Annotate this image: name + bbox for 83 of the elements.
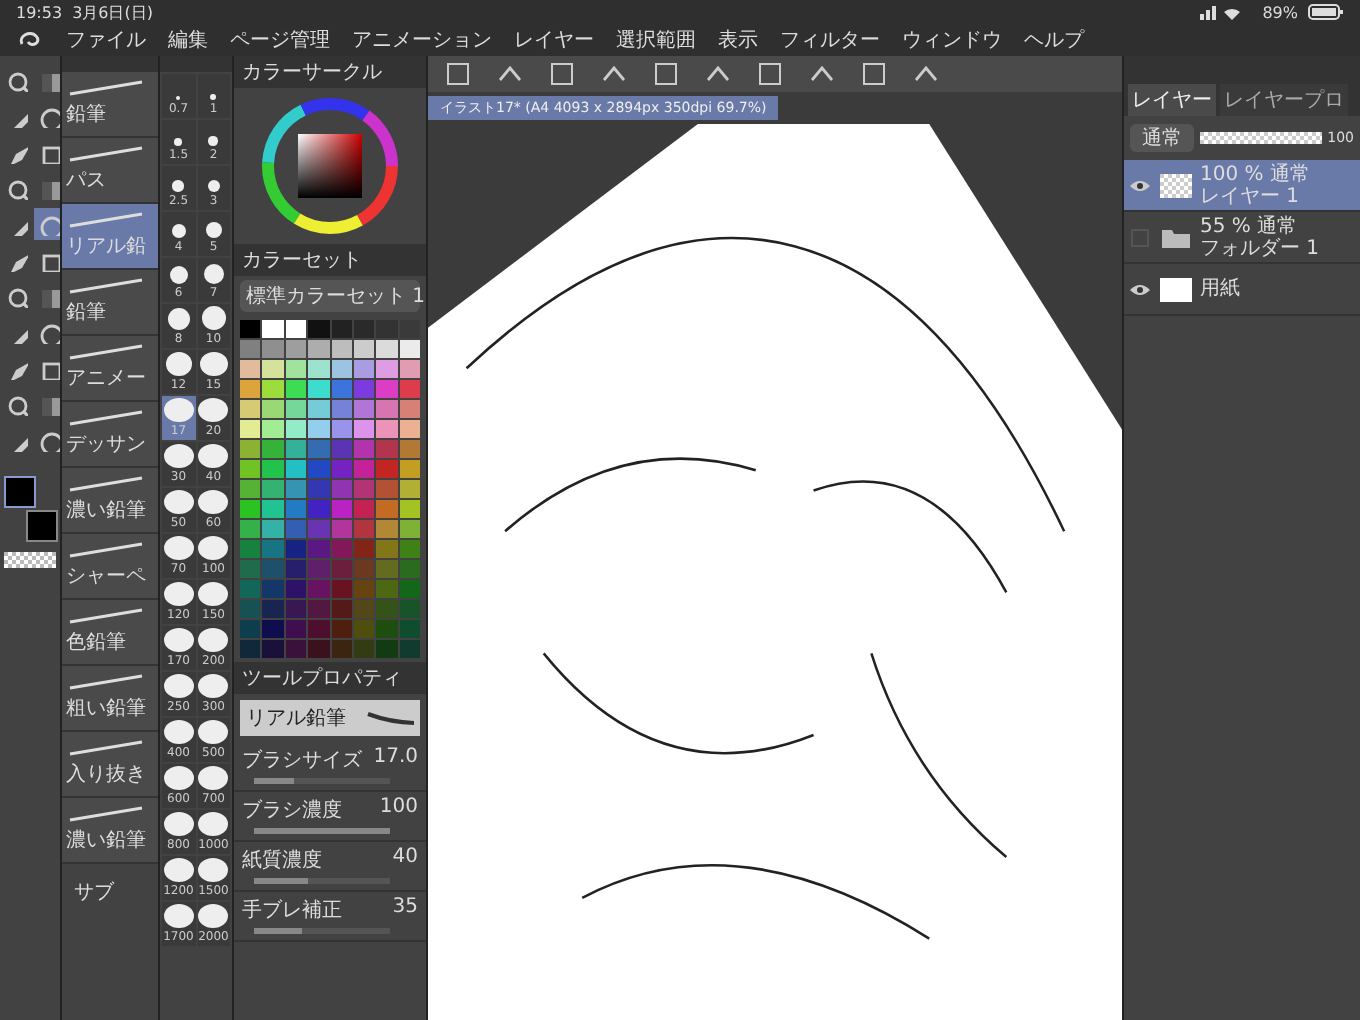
property-label: ブラシ濃度 (242, 797, 342, 824)
transparent-color-swatch[interactable] (4, 552, 56, 568)
app-logo-icon[interactable] (16, 28, 44, 52)
property-slider[interactable] (254, 828, 390, 834)
layer-row[interactable]: 55 % 通常 フォルダー 1 (1124, 212, 1360, 264)
stroke-preview-icon (66, 542, 146, 558)
eye-icon[interactable] (1128, 279, 1152, 299)
battery-icon (1308, 4, 1344, 20)
property-slider[interactable] (254, 778, 390, 784)
menu-item[interactable]: レイヤー (514, 26, 594, 54)
stroke-preview-icon (66, 146, 146, 162)
color-palette[interactable] (240, 320, 420, 658)
property-label: 紙質濃度 (242, 847, 322, 874)
subtool-item[interactable]: 粗い鉛筆 (62, 666, 158, 732)
subtool-item[interactable]: アニメー (62, 336, 158, 402)
layer-opacity: 55 % 通常 (1200, 215, 1300, 237)
square-icon[interactable] (756, 60, 784, 88)
brush-name: リアル鉛筆 (246, 706, 346, 732)
property-value[interactable]: 17.0 (373, 746, 418, 774)
stroke-preview-icon (66, 212, 146, 228)
folder-icon (1160, 225, 1192, 249)
layer-opacity: 100 % 通常 (1200, 163, 1310, 185)
status-date: 3月6日(日) (72, 1, 153, 23)
opacity-slider[interactable] (1200, 132, 1322, 144)
subtool-item[interactable]: 入り抜き (62, 732, 158, 798)
eye-icon[interactable] (1128, 175, 1152, 195)
property-value[interactable]: 100 (379, 796, 418, 824)
menu-item[interactable]: 選択範囲 (616, 26, 696, 54)
stroke-preview-icon (366, 708, 414, 728)
color-set-header: カラーセット (234, 244, 426, 276)
layer-name: レイヤー 1 (1200, 185, 1302, 207)
layer-thumbnail (1160, 277, 1192, 301)
panel-tab[interactable]: レイヤー (1128, 84, 1216, 116)
menu-item[interactable]: ウィンドウ (902, 26, 1002, 54)
color-circle-header: カラーサークル (234, 56, 426, 88)
square-icon[interactable] (444, 60, 472, 88)
menu-item[interactable]: ページ管理 (230, 26, 330, 54)
subtool-item[interactable]: 濃い鉛筆 (62, 798, 158, 864)
square-icon[interactable] (652, 60, 680, 88)
stroke-preview-icon (66, 806, 146, 822)
panel-tab[interactable]: レイヤープロ (1220, 84, 1348, 116)
square-icon[interactable] (548, 60, 576, 88)
menu-item[interactable]: ファイル (66, 26, 146, 54)
menu-item[interactable]: 編集 (168, 26, 208, 54)
subtool-settings-button[interactable]: サブ (62, 876, 158, 908)
subtool-item[interactable]: 鉛筆 (62, 270, 158, 336)
subtool-item[interactable]: 鉛筆 (62, 72, 158, 138)
stroke-preview-icon (66, 278, 146, 294)
layer-name: 用紙 (1200, 278, 1240, 300)
sub-color-swatch[interactable] (26, 510, 58, 542)
property-value[interactable]: 40 (392, 846, 418, 874)
stroke-preview-icon (66, 80, 146, 96)
color-set-dropdown[interactable]: 標準カラーセット 1 (240, 280, 420, 312)
property-label: ブラシサイズ (242, 747, 362, 774)
menu-item[interactable]: アニメーション (352, 26, 492, 54)
subtool-item[interactable]: 濃い鉛筆 (62, 468, 158, 534)
menu-item[interactable]: ヘルプ (1024, 26, 1084, 54)
subtool-item[interactable]: 色鉛筆 (62, 600, 158, 666)
subtool-item[interactable]: シャーペ (62, 534, 158, 600)
stroke-preview-icon (66, 344, 146, 360)
battery-percent: 89% (1262, 3, 1298, 21)
color-wheel[interactable] (258, 94, 402, 238)
status-time: 19:53 (16, 3, 63, 21)
stroke-preview-icon (66, 674, 146, 690)
blend-mode-dropdown[interactable]: 通常 (1130, 124, 1194, 152)
layer-thumbnail (1160, 173, 1192, 197)
layer-row[interactable]: 用紙 (1124, 264, 1360, 316)
subtool-item[interactable]: デッサン (62, 402, 158, 468)
main-color-swatch[interactable] (4, 476, 36, 508)
tool-property-header: ツールプロパティ (234, 662, 426, 694)
stroke-preview-icon (66, 740, 146, 756)
square-icon[interactable] (860, 60, 888, 88)
stroke-preview-icon (66, 410, 146, 426)
stroke-preview-icon (66, 476, 146, 492)
stroke-preview-icon (66, 608, 146, 624)
subtool-item[interactable]: パス (62, 138, 158, 204)
property-label: 手ブレ補正 (242, 897, 342, 924)
property-slider[interactable] (254, 878, 390, 884)
property-slider[interactable] (254, 928, 390, 934)
property-value[interactable]: 35 (392, 896, 418, 924)
menu-item[interactable]: 表示 (718, 26, 758, 54)
menu-item[interactable]: フィルター (780, 26, 880, 54)
layer-name: フォルダー 1 (1200, 237, 1320, 259)
